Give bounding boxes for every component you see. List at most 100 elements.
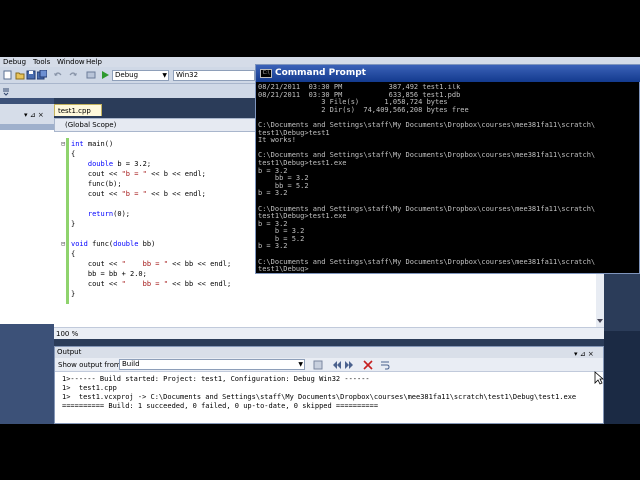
cmd-line: b = 5.2 [258, 234, 305, 243]
panel-header: ▾ ⊿ × [0, 104, 54, 124]
letterbox-top [0, 0, 640, 57]
editor-status-bar: 100 % [54, 327, 604, 339]
collapse-outline-icon[interactable]: ⊟ [61, 240, 65, 248]
cmd-title-bar[interactable]: C:\ Command Prompt [256, 65, 640, 82]
navigate-icon[interactable] [86, 70, 96, 80]
code-line-text: } [71, 290, 76, 298]
chevron-down-icon: ▼ [162, 72, 167, 79]
open-file-icon[interactable] [15, 70, 25, 80]
show-output-label: Show output from: [58, 361, 124, 369]
word-wrap-icon[interactable] [380, 360, 390, 370]
cmd-line: b = 3.2 [258, 166, 288, 175]
code-line-text: func(b); [71, 180, 122, 188]
code-line-text: void func(double bb) [71, 240, 156, 248]
cmd-title-text: Command Prompt [275, 68, 366, 78]
output-source-select[interactable]: Build ▼ [119, 359, 305, 370]
cmd-line: bb = 3.2 [258, 174, 309, 183]
code-line-text: cout << " bb = " << bb << endl; [71, 260, 232, 268]
code-line-text: { [71, 250, 76, 258]
save-icon[interactable] [26, 70, 36, 80]
output-line: 1> test1.vcxproj -> C:\Documents and Set… [62, 393, 577, 401]
start-debugging-icon[interactable] [100, 70, 110, 80]
code-line: cout << "b = " << b << endl; [71, 170, 206, 178]
undo-icon[interactable] [53, 70, 63, 80]
code-line: double b = 3.2; [71, 160, 151, 168]
code-line: func(b); [71, 180, 122, 188]
svg-text:▾ ⊿ ×: ▾ ⊿ × [24, 111, 44, 118]
svg-text:▾ ⊿ ×: ▾ ⊿ × [574, 350, 594, 357]
output-line: 1> test1.cpp [62, 384, 117, 392]
toolbar-options-icon[interactable] [2, 86, 12, 96]
save-all-icon[interactable] [36, 69, 48, 80]
code-line-text: return(0); [87, 210, 131, 218]
output-toolbar: Show output from: Build ▼ [55, 358, 603, 372]
code-line-text: cout << "b = " << b << endl; [71, 170, 206, 178]
code-line: } [71, 290, 75, 298]
clear-all-icon[interactable] [363, 360, 373, 370]
menu-help[interactable]: Help [86, 58, 102, 66]
code-line: { [71, 150, 75, 158]
cmd-line: bb = 5.2 [258, 181, 309, 190]
cmd-output[interactable]: 08/21/2011 03:30 PM 387,492 test1.ilk 08/… [258, 84, 638, 272]
cmd-line: b = 3.2 [258, 189, 288, 198]
code-line: cout << " bb = " << bb << endl; [71, 260, 231, 268]
menu-window[interactable]: Window [57, 58, 85, 66]
code-line-text: int main() [71, 140, 114, 148]
code-line: } [71, 220, 75, 228]
change-tracking-margin [66, 138, 69, 304]
document-tabs: test1.cpp [54, 104, 254, 117]
new-project-icon[interactable] [3, 70, 13, 80]
output-line: 1>------ Build started: Project: test1, … [62, 375, 370, 383]
navigation-bar: (Global Scope) [54, 118, 256, 132]
cmd-line: b = 3.2 [258, 242, 288, 251]
find-message-icon[interactable] [313, 360, 323, 370]
chevron-down-icon: ▼ [298, 361, 303, 368]
code-line-text: bb = bb + 2.0; [71, 270, 147, 278]
panel-pin-close-icon[interactable]: ▾ ⊿ × [24, 110, 52, 118]
cmd-line: C:\Documents and Settings\staff\My Docum… [258, 257, 596, 266]
platform-value: Win32 [176, 71, 199, 79]
code-line: bb = bb + 2.0; [71, 270, 147, 278]
letterbox-bottom [0, 424, 640, 480]
output-title: Output ▾ ⊿ × [55, 347, 603, 358]
cmd-line: b = 3.2 [258, 219, 288, 228]
output-pin-close-icon[interactable]: ▾ ⊿ × [574, 349, 600, 357]
config-value: Debug [115, 71, 139, 79]
solution-explorer-panel: ▾ ⊿ × [0, 98, 54, 424]
tab-test1-cpp[interactable]: test1.cpp [54, 104, 102, 116]
redo-icon[interactable] [68, 70, 78, 80]
code-line: cout << "b = " << b << endl; [71, 190, 206, 198]
code-line: { [71, 250, 75, 258]
menu-tools[interactable]: Tools [33, 58, 50, 66]
scope-dropdown[interactable]: (Global Scope) [65, 121, 251, 130]
code-line: ⊟ void func(double bb) [61, 240, 156, 248]
mouse-cursor-icon [594, 371, 605, 385]
menu-debug[interactable]: Debug [3, 58, 26, 66]
code-line-text: cout << " bb = " << bb << endl; [71, 280, 232, 288]
output-window: Output ▾ ⊿ × Show output from: Build ▼ 1… [54, 346, 604, 424]
code-line: cout << " bb = " << bb << endl; [71, 280, 231, 288]
code-line: return(0); [71, 210, 130, 218]
zoom-level[interactable]: 100 % [56, 330, 78, 338]
cmd-line: test1\Debug> [258, 265, 309, 272]
code-line-text: cout << "b = " << b << endl; [71, 190, 206, 198]
code-line-text: double b = 3.2; [87, 160, 152, 168]
collapse-outline-icon[interactable]: ⊟ [61, 140, 65, 148]
cmd-line: b = 3.2 [258, 227, 305, 236]
output-source-value: Build [122, 360, 140, 368]
solution-configuration-select[interactable]: Debug ▼ [112, 70, 169, 81]
solution-platform-select[interactable]: Win32 [173, 70, 255, 81]
command-prompt-window[interactable]: C:\ Command Prompt 08/21/2011 03:30 PM 3… [255, 64, 640, 274]
cmd-line: test1\Debug>test1.exe [258, 212, 347, 221]
prev-message-icon[interactable] [332, 360, 342, 370]
next-message-icon[interactable] [344, 360, 354, 370]
output-line: ========== Build: 1 succeeded, 0 failed,… [62, 402, 379, 410]
code-line: ⊟ int main() [61, 140, 114, 148]
cmd-line: 2 Dir(s) 74,409,566,208 bytes free [258, 105, 469, 114]
code-line-text: } [71, 220, 76, 228]
cmd-line: test1\Debug>test1 [258, 128, 330, 137]
cmd-line: test1\Debug>test1.exe [258, 158, 347, 167]
code-line-text: { [71, 150, 76, 158]
scroll-down-icon[interactable] [597, 318, 603, 324]
cmd-line: It works! [258, 136, 296, 145]
